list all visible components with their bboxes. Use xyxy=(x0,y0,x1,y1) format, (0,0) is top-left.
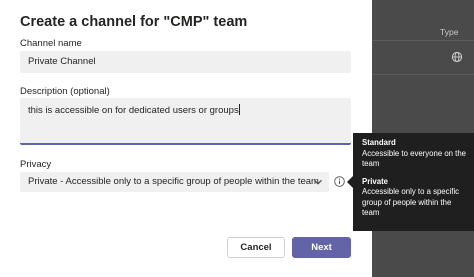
cancel-button[interactable]: Cancel xyxy=(227,237,285,258)
description-text: this is accessible on for dedicated user… xyxy=(28,105,239,116)
tooltip-private-title: Private xyxy=(362,176,389,186)
info-icon[interactable] xyxy=(334,176,345,187)
privacy-selected-value: Private - Accessible only to a specific … xyxy=(28,176,319,187)
tooltip-standard-text: Accessible to everyone on the team xyxy=(362,148,467,169)
privacy-dropdown[interactable]: Private - Accessible only to a specific … xyxy=(20,172,329,192)
description-label: Description (optional) xyxy=(20,86,110,97)
description-input[interactable]: this is accessible on for dedicated user… xyxy=(20,98,351,145)
next-button[interactable]: Next xyxy=(292,237,351,258)
channel-name-input[interactable]: Private Channel xyxy=(20,51,351,73)
chevron-down-icon xyxy=(314,179,322,185)
tooltip-standard-title: Standard xyxy=(362,138,396,147)
background-divider xyxy=(372,40,474,41)
privacy-label: Privacy xyxy=(20,159,52,170)
create-channel-dialog: Create a channel for "CMP" team Channel … xyxy=(0,0,372,277)
tooltip-private-text: Accessible only to a specific group of p… xyxy=(362,187,460,217)
globe-icon xyxy=(451,51,463,63)
privacy-tooltip: Standard Accessible to everyone on the t… xyxy=(353,133,474,231)
background-divider xyxy=(372,74,474,75)
dialog-title: Create a channel for "CMP" team xyxy=(20,14,248,30)
channel-name-label: Channel name xyxy=(20,38,82,49)
type-column-header: Type xyxy=(440,27,459,37)
text-caret xyxy=(238,104,240,115)
